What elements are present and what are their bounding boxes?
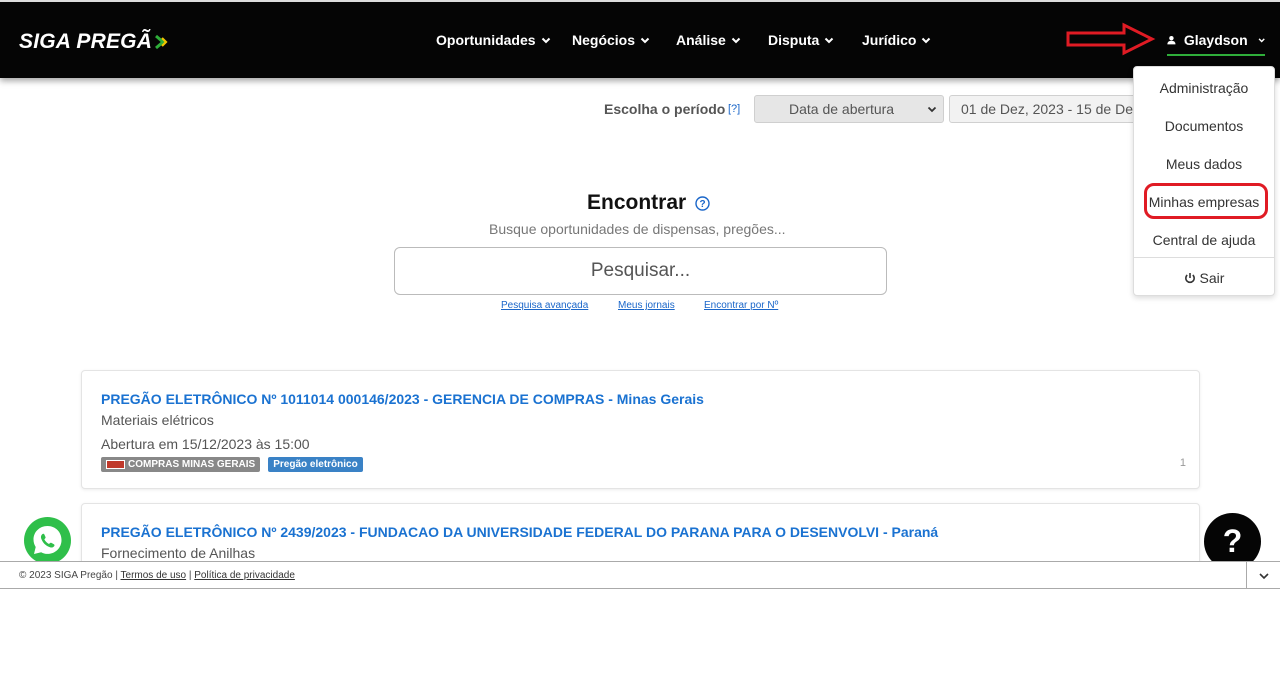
brand-name: SIGA PREGÃ	[19, 30, 153, 53]
user-icon	[1167, 35, 1176, 45]
my-journals-link[interactable]: Meus jornais	[618, 300, 675, 311]
nav-analise[interactable]: Análise	[676, 32, 741, 48]
advanced-search-link[interactable]: Pesquisa avançada	[501, 300, 588, 311]
date-range-value: 01 de Dez, 2023 - 15 de Dez, 2023	[961, 101, 1148, 117]
footer-collapse-button[interactable]	[1246, 562, 1280, 589]
menu-item-meus-dados[interactable]: Meus dados	[1134, 156, 1274, 172]
date-range-input[interactable]: 01 de Dez, 2023 - 15 de Dez, 2023	[949, 95, 1149, 123]
chevron-down-icon	[640, 37, 650, 44]
nav-label: Análise	[676, 32, 726, 48]
nav-label: Oportunidades	[436, 32, 536, 48]
menu-item-sair-label: Sair	[1199, 270, 1225, 286]
nav-label: Disputa	[768, 32, 820, 48]
chevron-down-icon	[1258, 572, 1269, 579]
menu-item-administracao[interactable]: Administração	[1134, 80, 1274, 96]
nav-juridico[interactable]: Jurídico	[862, 32, 931, 48]
find-subtitle: Busque oportunidades de dispensas, pregõ…	[489, 221, 786, 237]
period-help-link[interactable]: [?]	[728, 103, 740, 115]
source-logo-icon	[106, 460, 125, 469]
chevron-down-icon	[922, 37, 931, 44]
source-badge-label: COMPRAS MINAS GERAIS	[128, 459, 256, 470]
chevron-down-icon	[927, 106, 937, 113]
modality-badge: Pregão eletrônico	[268, 457, 363, 472]
result-count: 1	[1179, 457, 1186, 469]
result-description: Materiais elétricos	[101, 412, 214, 428]
whatsapp-button[interactable]	[24, 517, 71, 564]
period-type-value: Data de abertura	[789, 101, 895, 117]
question-circle-icon[interactable]: ?	[695, 196, 710, 211]
nav-oportunidades[interactable]: Oportunidades	[436, 32, 551, 48]
chevron-down-icon	[1258, 38, 1265, 43]
highlight-annotation	[1144, 183, 1268, 219]
menu-item-central-de-ajuda[interactable]: Central de ajuda	[1134, 232, 1274, 248]
search-input[interactable]	[395, 248, 886, 294]
menu-divider	[1134, 257, 1274, 258]
whatsapp-icon	[33, 526, 62, 554]
result-title-link[interactable]: PREGÃO ELETRÔNICO Nº 1011014 000146/2023…	[101, 391, 704, 407]
source-badge: COMPRAS MINAS GERAIS	[101, 457, 261, 472]
user-dropdown-menu: Administração Documentos Meus dados Minh…	[1133, 66, 1275, 296]
period-type-select[interactable]: Data de abertura	[754, 95, 944, 123]
find-by-number-link[interactable]: Encontrar por Nº	[704, 300, 778, 311]
nav-label: Negócios	[572, 32, 636, 48]
red-arrow-annotation-icon	[1066, 22, 1156, 56]
privacy-link[interactable]: Política de privacidade	[194, 570, 295, 581]
menu-item-sair[interactable]: Sair	[1134, 270, 1274, 286]
period-label: Escolha o período	[604, 101, 726, 117]
find-title: Encontrar	[587, 191, 687, 214]
chevron-down-icon	[825, 37, 834, 44]
result-title-link[interactable]: PREGÃO ELETRÔNICO Nº 2439/2023 - FUNDACA…	[101, 524, 938, 540]
logo-arrow-icon	[155, 34, 168, 50]
svg-text:?: ?	[699, 199, 705, 210]
result-description: Fornecimento de Anilhas	[101, 545, 256, 561]
top-navbar: SIGA PREGÃ Oportunidades Negócios Anális…	[0, 0, 1280, 78]
terms-link[interactable]: Termos de uso	[121, 570, 187, 581]
result-card[interactable]: PREGÃO ELETRÔNICO Nº 1011014 000146/2023…	[81, 370, 1200, 489]
footer-bar: © 2023 SIGA Pregão | Termos de uso | Pol…	[0, 561, 1280, 589]
footer-copyright: © 2023 SIGA Pregão |	[19, 570, 121, 581]
search-box	[394, 247, 887, 295]
chevron-down-icon	[541, 37, 550, 44]
user-menu-toggle[interactable]: Glaydson	[1167, 32, 1265, 56]
chevron-down-icon	[731, 37, 741, 44]
nav-negocios[interactable]: Negócios	[572, 32, 650, 48]
brand-logo[interactable]: SIGA PREGÃ	[19, 30, 170, 54]
result-tags: COMPRAS MINAS GERAIS Pregão eletrônico	[101, 457, 363, 472]
power-icon	[1184, 273, 1195, 284]
nav-label: Jurídico	[862, 32, 917, 48]
user-name: Glaydson	[1183, 32, 1248, 48]
result-opening: Abertura em 15/12/2023 às 15:00	[101, 436, 310, 452]
nav-disputa[interactable]: Disputa	[768, 32, 834, 48]
footer-text: © 2023 SIGA Pregão | Termos de uso | Pol…	[19, 570, 295, 581]
menu-item-documentos[interactable]: Documentos	[1134, 118, 1274, 134]
